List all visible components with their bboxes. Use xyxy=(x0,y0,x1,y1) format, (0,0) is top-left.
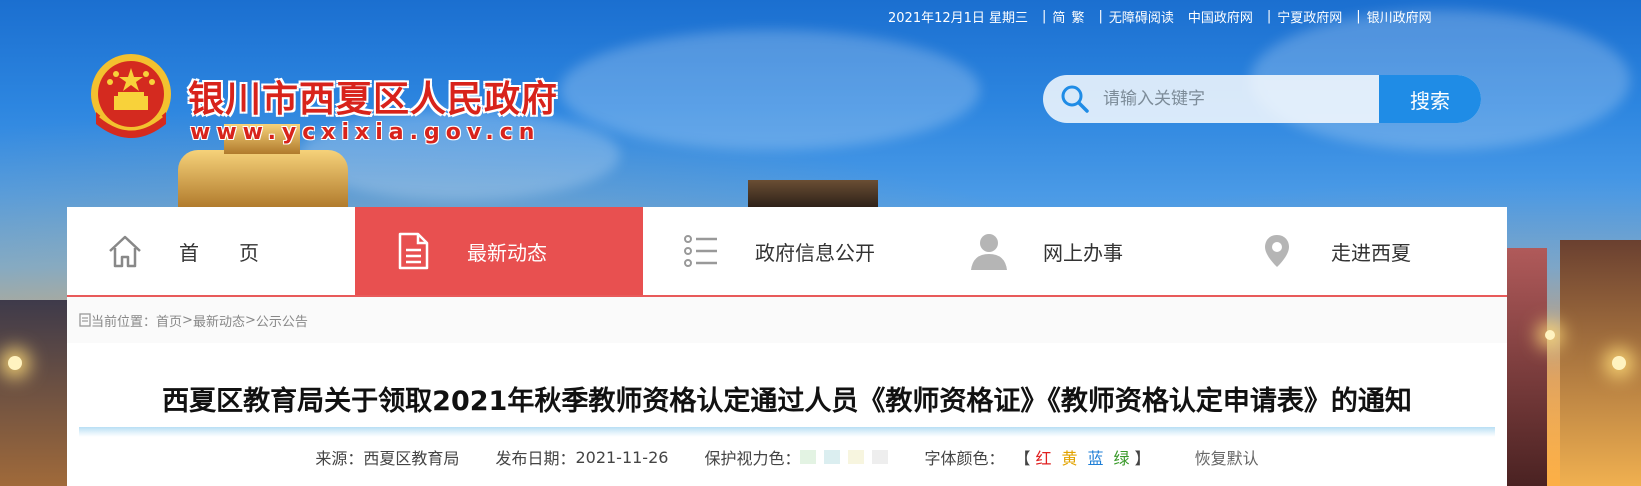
nav-item-label: 首 页 xyxy=(179,240,259,265)
nav-item-online-services[interactable]: 网上办事 xyxy=(931,207,1219,295)
bracket-close: 】 xyxy=(1134,449,1151,468)
location-pin-icon xyxy=(1257,231,1297,271)
home-icon xyxy=(105,231,145,271)
breadcrumb-prefix: 当前位置： xyxy=(91,314,157,330)
bracket-open: 【 xyxy=(1014,449,1031,468)
breadcrumb-home-link[interactable]: 首页 xyxy=(156,311,182,330)
top-utility-bar: 2021年12月1日 星期三 | 简 繁 | 无障碍阅读 中国政府网 | 宁夏政… xyxy=(888,6,1446,26)
document-icon xyxy=(393,231,433,271)
date-label: 发布日期： xyxy=(495,449,576,468)
font-color-blue[interactable]: 蓝 xyxy=(1088,445,1104,469)
separator: | xyxy=(1098,8,1103,24)
china-gov-link[interactable]: 中国政府网 xyxy=(1188,7,1253,26)
list-icon xyxy=(681,231,721,271)
user-icon xyxy=(969,231,1009,271)
nav-item-label: 政府信息公开 xyxy=(755,240,875,265)
font-color-yellow[interactable]: 黄 xyxy=(1062,445,1078,469)
nav-item-gov-info[interactable]: 政府信息公开 xyxy=(643,207,931,295)
reset-default-link[interactable]: 恢复默认 xyxy=(1195,445,1259,469)
background-building xyxy=(748,180,878,208)
eye-color-swatch-gray[interactable] xyxy=(872,450,889,464)
breadcrumb-announcements-link[interactable]: 公示公告 xyxy=(256,311,308,330)
title-divider xyxy=(79,427,1495,437)
eye-protection-label: 保护视力色： xyxy=(704,449,801,468)
search-input[interactable] xyxy=(1103,89,1373,109)
accessibility-link[interactable]: 无障碍阅读 xyxy=(1109,7,1174,26)
font-color-label: 字体颜色： xyxy=(924,449,1005,468)
traditional-chinese-link[interactable]: 繁 xyxy=(1071,7,1084,26)
breadcrumb-separator: > xyxy=(182,312,193,328)
background-lamp xyxy=(1612,356,1626,370)
breadcrumb-separator: > xyxy=(244,312,256,328)
background-building xyxy=(1560,240,1641,486)
background-pavilion xyxy=(178,150,348,208)
separator: | xyxy=(1356,8,1361,24)
national-emblem-logo[interactable] xyxy=(86,52,176,144)
content-panel: 当前位置： 首页 > 最新动态 > 公示公告 西夏区教育局关于领取2021年秋季… xyxy=(67,297,1507,486)
background-building xyxy=(1507,248,1547,486)
font-color-green[interactable]: 绿 xyxy=(1114,445,1130,469)
site-title[interactable]: 银川市西夏区人民政府 xyxy=(188,70,558,122)
nav-item-latest-news[interactable]: 最新动态 xyxy=(355,207,643,295)
search-icon[interactable] xyxy=(1051,75,1099,123)
nav-item-label: 最新动态 xyxy=(467,240,547,265)
publish-date: 2021-11-26 xyxy=(575,447,669,467)
source-value: 西夏区教育局 xyxy=(363,449,460,468)
breadcrumb-document-icon xyxy=(79,313,91,327)
search-button[interactable]: 搜索 xyxy=(1379,75,1481,123)
main-navigation: 首 页 最新动态 政府信息公开 网上办事 走进西夏 xyxy=(67,207,1507,297)
nav-item-home[interactable]: 首 页 xyxy=(67,207,355,295)
source-label: 来源： xyxy=(315,449,364,468)
article-meta: 来源： 西夏区教育局 发布日期： 2021-11-26 保护视力色： 字体颜色：… xyxy=(67,445,1507,469)
background-lamp xyxy=(8,356,22,370)
separator: | xyxy=(1042,8,1047,24)
eye-color-swatch-green[interactable] xyxy=(800,450,817,464)
yinchuan-gov-link[interactable]: 银川政府网 xyxy=(1367,7,1432,26)
background-lamp xyxy=(1545,330,1555,340)
font-color-red[interactable]: 红 xyxy=(1035,445,1051,469)
separator: | xyxy=(1266,8,1272,24)
nav-item-label: 网上办事 xyxy=(1043,240,1123,265)
ningxia-gov-link[interactable]: 宁夏政府网 xyxy=(1277,7,1342,26)
eye-color-swatch-yellow[interactable] xyxy=(848,450,865,464)
eye-color-swatch-cyan[interactable] xyxy=(824,450,841,464)
current-date: 2021年12月1日 星期三 xyxy=(888,10,1029,26)
background-cloud xyxy=(560,30,980,150)
article-title: 西夏区教育局关于领取2021年秋季教师资格认定通过人员《教师资格证》《教师资格认… xyxy=(162,386,1412,417)
breadcrumb: 当前位置： 首页 > 最新动态 > 公示公告 xyxy=(67,297,1507,343)
nav-item-about-xixia[interactable]: 走进西夏 xyxy=(1219,207,1507,295)
breadcrumb-latest-news-link[interactable]: 最新动态 xyxy=(193,311,245,330)
simplified-chinese-link[interactable]: 简 xyxy=(1052,7,1065,26)
site-url: www.ycxixia.gov.cn xyxy=(190,120,541,145)
nav-item-label: 走进西夏 xyxy=(1331,240,1411,265)
search-box: 搜索 xyxy=(1043,75,1481,123)
background-building xyxy=(0,300,67,486)
